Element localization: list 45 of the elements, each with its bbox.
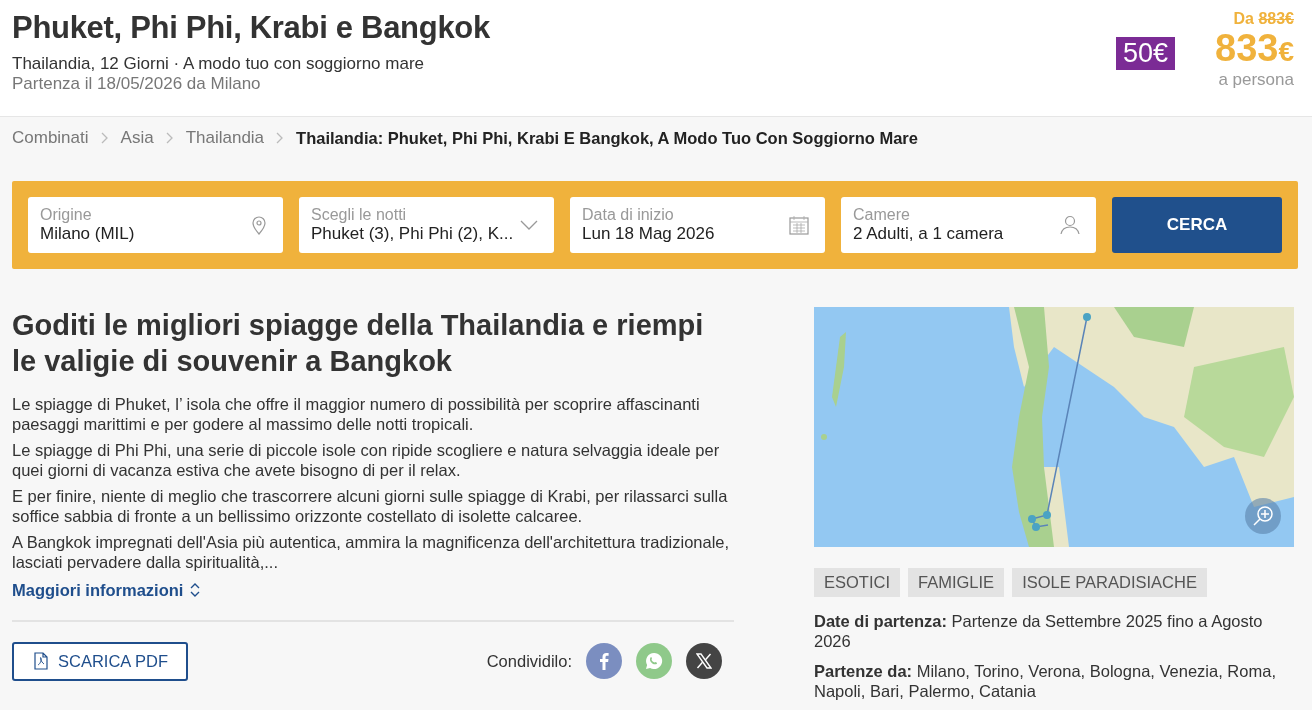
pdf-file-icon [34, 652, 48, 670]
article-heading: Goditi le migliori spiagge della Thailandia e riempi le valigie di souvenir a Bangkok [12, 308, 705, 380]
tag: ISOLE PARADISIACHE [1012, 568, 1207, 597]
trip-title: Phuket, Phi Phi, Krabi e Bangkok [12, 10, 490, 46]
tag: ESOTICI [814, 568, 900, 597]
price: 833€ [1215, 28, 1294, 70]
download-pdf-button[interactable]: SCARICA PDF [12, 641, 189, 681]
detail-text: Partenze da: Milano, Torino, Verona, Bologna, Venezia, Roma, Napoli, Bari, Palermo, Catania [814, 661, 1277, 702]
breadcrumb-link[interactable]: Thailandia: Phuket, Phi Phi, Krabi E Bangkok, A Modo Tuo Con Soggiorno Mare [296, 128, 918, 148]
paragraph: E per finire, niente di meglio che trascorrere alcuni giorni sulle spiagge di Krabi, per rilassarci sulla soffice sabbia di fronte a un bellissimo orizzonte costellato di isolette calcaree. [12, 486, 729, 527]
price-note: a persona [1217, 69, 1294, 90]
facebook-icon [599, 652, 609, 670]
discount-badge: 50€ [1115, 37, 1175, 70]
chevron-icon [276, 132, 285, 144]
breadcrumb-link[interactable]: Combinati [12, 128, 89, 148]
search-button[interactable]: CERCA [1112, 197, 1282, 253]
paragraph: Le spiagge di Phuket, l’ isola che offre il maggior numero di possibilità per scoprire affascinanti paesaggi marittimi e per godere al massimo delle notti tropicali. [12, 393, 701, 434]
search-field[interactable]: Origine Milano (MIL) [28, 197, 283, 253]
calendar-icon [789, 215, 809, 235]
breadcrumb-link[interactable]: Thailandia [185, 128, 265, 148]
old-price: 883€ [1258, 10, 1294, 27]
search-field[interactable]: Camere 2 Adulti, a 1 camera [841, 197, 1096, 253]
chevron-icon [165, 132, 174, 144]
person-icon [1060, 215, 1080, 235]
search-field[interactable]: Scegli le notti Phuket (3), Phi Phi (2), K... [299, 197, 554, 253]
paragraph: A Bangkok impregnati dell'Asia più autentica, ammira la magnificenza dell'architettura tradizionale, lasciati pervadere dalla spiritualità,... [12, 532, 731, 573]
location-pin-icon [251, 215, 267, 235]
tag: FAMIGLIE [908, 568, 1005, 597]
chevron-icon [100, 132, 109, 144]
share-button[interactable] [686, 643, 722, 679]
departure-info: Partenza il 18/05/2026 da Milano [12, 74, 262, 94]
x-logo-icon [696, 653, 712, 669]
breadcrumb-link[interactable]: Asia [120, 128, 154, 148]
more-info-link[interactable]: Maggiori informazioni [12, 580, 184, 600]
share-label: Condividilo: [486, 651, 572, 671]
zoom-in-button[interactable] [1245, 498, 1281, 534]
search-field[interactable]: Data di inizio Lun 18 Mag 2026 [570, 197, 825, 253]
zoom-in-icon [1252, 505, 1274, 527]
detail-text: Date di partenza: Partenze da Settembre 2025 fino a Agosto 2026 [814, 611, 1264, 652]
price-prefix: Da [1233, 10, 1254, 27]
chevron-down-icon [520, 220, 538, 230]
expand-icon [189, 582, 202, 598]
paragraph: Le spiagge di Phi Phi, una serie di piccole isole con ripide scogliere e natura selvaggia ideale per quei giorni di vacanza estiva che avete bisogno di per il relax. [12, 439, 721, 480]
trip-subtitle: Thailandia, 12 Giorni · A modo tuo con soggiorno mare [12, 54, 426, 74]
whatsapp-icon [645, 652, 663, 670]
